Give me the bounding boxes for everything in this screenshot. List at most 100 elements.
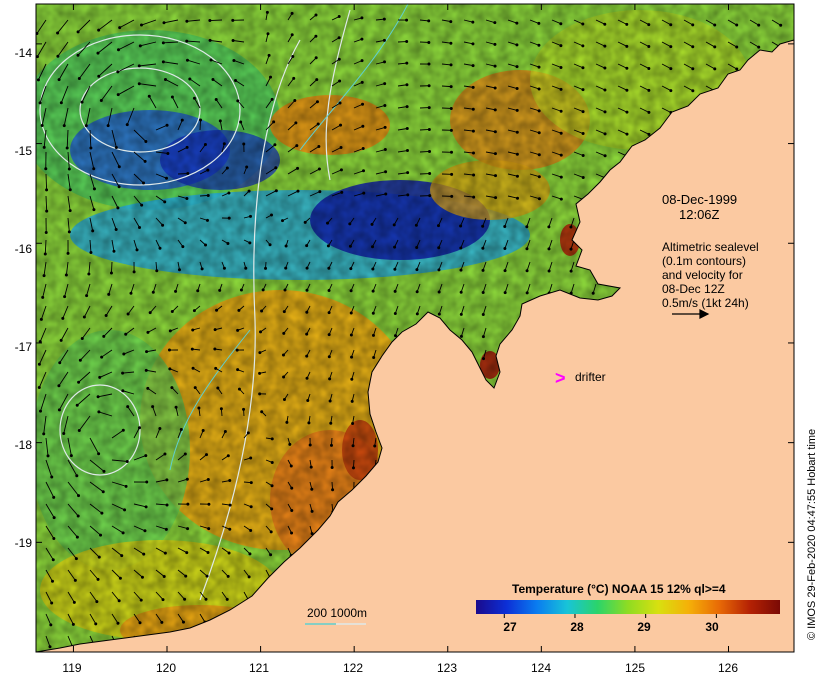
velocity-arrow-head bbox=[339, 145, 343, 149]
velocity-arrow-head bbox=[328, 377, 332, 381]
velocity-arrow-head bbox=[258, 351, 262, 355]
velocity-arrow-head bbox=[206, 168, 210, 172]
velocity-arrow-head bbox=[185, 39, 189, 43]
velocity-arrow-head bbox=[537, 131, 541, 135]
y-tick-label: -15 bbox=[14, 144, 32, 158]
velocity-arrow-head bbox=[249, 505, 253, 509]
velocity-arrow-head bbox=[137, 426, 141, 430]
velocity-arrow-head bbox=[282, 331, 286, 335]
velocity-arrow-head bbox=[371, 267, 375, 271]
velocity-arrow-head bbox=[427, 19, 431, 23]
velocity-arrow-head bbox=[114, 145, 118, 149]
velocity-arrow-head bbox=[142, 181, 146, 185]
velocity-arrow-head bbox=[140, 575, 144, 579]
velocity-arrow-head bbox=[151, 405, 155, 409]
velocity-arrow-head bbox=[164, 527, 168, 531]
velocity-arrow-head bbox=[151, 290, 155, 294]
velocity-arrow-head bbox=[270, 213, 274, 217]
velocity-arrow-head bbox=[327, 288, 331, 292]
map-area: > bbox=[36, 4, 794, 652]
velocity-arrow-head bbox=[42, 432, 46, 436]
velocity-arrow-head bbox=[449, 63, 453, 67]
velocity-arrow-head bbox=[208, 19, 212, 23]
velocity-arrow-head bbox=[102, 334, 106, 338]
velocity-arrow-head bbox=[427, 84, 431, 88]
image-time: 12:06Z bbox=[679, 207, 720, 222]
velocity-arrow-head bbox=[89, 146, 93, 150]
velocity-arrow-head bbox=[360, 37, 364, 41]
velocity-arrow-head bbox=[273, 143, 277, 147]
velocity-arrow-head bbox=[75, 403, 79, 407]
depth-legend: 200 1000m bbox=[307, 606, 368, 620]
velocity-arrow-head bbox=[449, 41, 453, 45]
velocity-arrow-head bbox=[68, 209, 72, 213]
velocity-arrow-head bbox=[77, 380, 81, 384]
velocity-arrow-head bbox=[471, 20, 475, 24]
velocity-arrow-head bbox=[158, 427, 162, 431]
velocity-arrow-head bbox=[239, 120, 243, 124]
altimetry-note-line: Altimetric sealevel bbox=[662, 240, 759, 254]
velocity-arrow-head bbox=[72, 600, 76, 604]
drifter-symbol: > bbox=[555, 368, 566, 388]
x-tick-label: 124 bbox=[530, 661, 552, 675]
velocity-arrow-head bbox=[581, 66, 585, 70]
velocity-arrow-head bbox=[314, 34, 318, 38]
velocity-arrow-head bbox=[138, 226, 142, 230]
velocity-arrow-head bbox=[196, 289, 200, 293]
velocity-arrow-head bbox=[222, 266, 226, 270]
velocity-arrow-head bbox=[144, 454, 148, 458]
velocity-arrow-head bbox=[185, 19, 189, 23]
velocity-arrow-head bbox=[165, 503, 169, 507]
velocity-arrow-head bbox=[290, 33, 294, 37]
velocity-arrow-head bbox=[305, 354, 309, 358]
velocity-arrow-head bbox=[222, 142, 226, 146]
velocity-arrow-head bbox=[314, 56, 318, 60]
velocity-arrow-head bbox=[247, 189, 251, 193]
velocity-arrow-head bbox=[165, 123, 169, 127]
velocity-arrow-head bbox=[236, 99, 240, 103]
velocity-arrow bbox=[110, 261, 113, 274]
velocity-arrow-head bbox=[329, 443, 333, 447]
velocity-arrow-head bbox=[239, 288, 243, 292]
velocity-arrow-head bbox=[199, 118, 203, 122]
velocity-arrow-head bbox=[314, 13, 318, 17]
velocity-arrow-head bbox=[87, 272, 91, 276]
velocity-arrow-head bbox=[270, 484, 274, 488]
velocity-arrow-head bbox=[371, 289, 375, 293]
velocity-arrow-head bbox=[208, 38, 212, 42]
velocity-arrow-head bbox=[197, 406, 201, 410]
velocity-arrow-head bbox=[183, 452, 187, 456]
velocity-arrow-head bbox=[373, 444, 377, 448]
velocity-arrow-head bbox=[472, 195, 476, 199]
velocity-arrow-head bbox=[415, 312, 419, 316]
velocity-arrow-head bbox=[296, 189, 300, 193]
velocity-arrow-head bbox=[122, 352, 126, 356]
altimetry-note-line: (0.1m contours) bbox=[662, 254, 747, 268]
velocity-arrow-head bbox=[37, 362, 41, 366]
velocity-arrow-head bbox=[193, 386, 197, 390]
velocity-arrow-head bbox=[481, 335, 485, 339]
velocity-arrow-head bbox=[547, 247, 551, 251]
velocity-arrow-head bbox=[449, 106, 453, 110]
velocity-arrow-head bbox=[192, 309, 196, 313]
velocity-arrow-head bbox=[537, 175, 541, 179]
velocity-arrow-head bbox=[246, 431, 250, 435]
velocity-arrow-head bbox=[405, 61, 409, 65]
velocity-arrow-head bbox=[116, 93, 120, 97]
velocity-arrow-head bbox=[317, 167, 321, 171]
velocity-arrow-head bbox=[181, 620, 185, 624]
velocity-arrow-head bbox=[383, 60, 387, 64]
velocity-arrow-head bbox=[270, 97, 274, 101]
velocity-arrow-head bbox=[327, 266, 331, 270]
velocity-arrow-head bbox=[207, 502, 211, 506]
velocity-arrow-head bbox=[161, 598, 165, 602]
velocity-arrow-head bbox=[214, 366, 218, 370]
velocity-arrow-head bbox=[327, 333, 331, 337]
x-tick-label: 121 bbox=[248, 661, 270, 675]
velocity-arrow-head bbox=[117, 599, 121, 603]
velocity-arrow-head bbox=[45, 188, 49, 192]
velocity-arrow-head bbox=[161, 41, 165, 45]
velocity-arrow-head bbox=[215, 308, 219, 312]
velocity-arrow-head bbox=[450, 150, 454, 154]
velocity-arrow-head bbox=[405, 40, 409, 44]
